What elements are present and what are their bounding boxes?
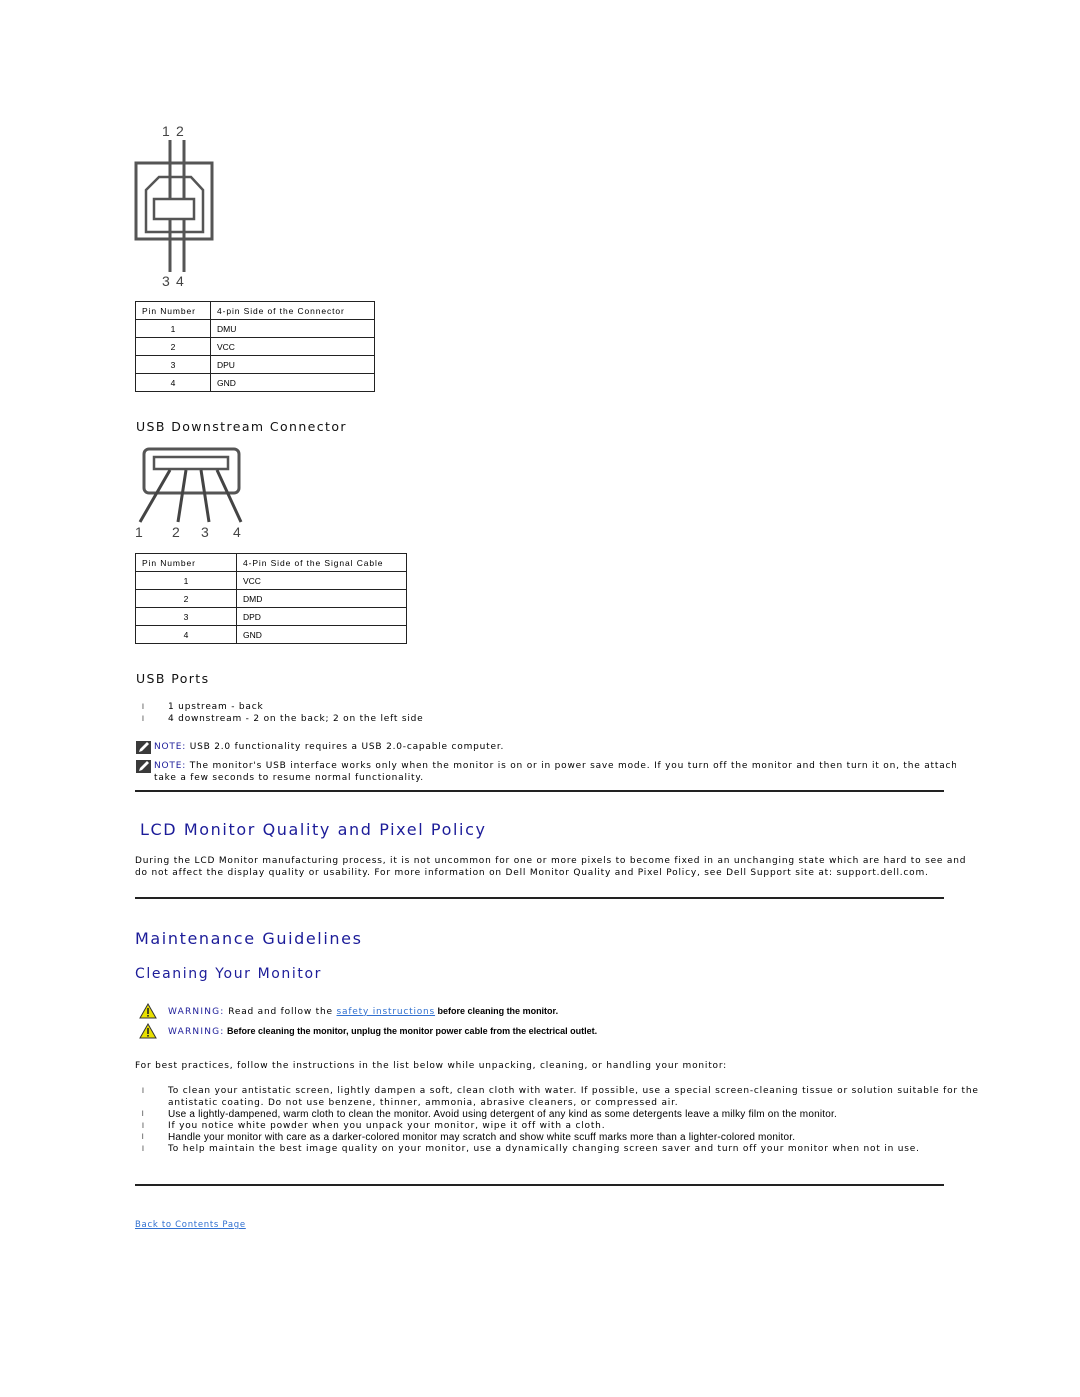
maintenance-heading: Maintenance Guidelines bbox=[135, 929, 363, 948]
pin-signal: DMD bbox=[236, 589, 407, 608]
warning-unplug: WARNING: Before cleaning the monitor, un… bbox=[139, 1023, 597, 1039]
header-pin-number: Pin Number bbox=[135, 301, 211, 320]
warning-safety: WARNING: Read and follow the safety inst… bbox=[139, 1003, 558, 1019]
warning-bold-text: Before cleaning the monitor, unplug the … bbox=[224, 1025, 598, 1036]
section-divider bbox=[135, 1184, 944, 1186]
usb-upstream-connector-diagram: 1 2 3 4 bbox=[134, 123, 214, 288]
table-row: 3 DPD bbox=[135, 607, 407, 626]
list-item: 1 upstream - back bbox=[136, 702, 424, 714]
pin-number: 4 bbox=[135, 625, 237, 644]
cleaning-list: To clean your antistatic screen, lightly… bbox=[136, 1086, 979, 1155]
pin-label-3: 3 bbox=[201, 524, 209, 538]
usb-ports-list: 1 upstream - back 4 downstream - 2 on th… bbox=[136, 702, 424, 725]
warning-bold-text: before cleaning the monitor. bbox=[435, 1005, 559, 1016]
pin-signal: DPD bbox=[236, 607, 407, 626]
connector-tongue bbox=[152, 197, 196, 221]
table-row: 4 GND bbox=[135, 625, 407, 644]
warning-text: Read and follow the bbox=[224, 1006, 337, 1017]
list-item-text: To clean your antistatic screen, lightly… bbox=[168, 1086, 979, 1096]
downstream-connector-heading: USB Downstream Connector bbox=[136, 419, 347, 434]
pin-number: 2 bbox=[135, 589, 237, 608]
header-connector-side: 4-pin Side of the Connector bbox=[210, 301, 375, 320]
cleaning-heading: Cleaning Your Monitor bbox=[135, 966, 322, 982]
warning-label: WARNING: bbox=[168, 1006, 225, 1017]
table-row: 1 VCC bbox=[135, 571, 407, 590]
table-header-row: Pin Number 4-pin Side of the Connector bbox=[135, 301, 375, 320]
note-pencil-icon bbox=[136, 741, 151, 754]
best-practices-intro: For best practices, follow the instructi… bbox=[135, 1061, 728, 1071]
note-text: The monitor's USB interface works only w… bbox=[186, 761, 956, 771]
connector-slot bbox=[152, 455, 230, 471]
note-usb-interface: NOTE: The monitor's USB interface works … bbox=[136, 760, 956, 784]
pin-label-1: 1 bbox=[162, 123, 170, 139]
pin-label-4: 4 bbox=[233, 524, 241, 538]
pin-signal: VCC bbox=[210, 337, 375, 356]
usb-downstream-connector-diagram: 1 2 3 4 bbox=[135, 447, 243, 538]
pin-number: 4 bbox=[135, 373, 211, 392]
section-divider bbox=[135, 790, 944, 792]
pin-number: 1 bbox=[135, 571, 237, 590]
paragraph-line: do not affect the display quality or usa… bbox=[135, 868, 929, 878]
upstream-pin-table: Pin Number 4-pin Side of the Connector 1… bbox=[135, 301, 375, 392]
pin-signal: DMU bbox=[210, 319, 375, 338]
table-row: 1 DMU bbox=[135, 319, 375, 338]
table-row: 4 GND bbox=[135, 373, 375, 392]
pin-number: 3 bbox=[135, 355, 211, 374]
list-item: To clean your antistatic screen, lightly… bbox=[136, 1086, 979, 1109]
pin-label-2: 2 bbox=[176, 123, 184, 139]
note-usb-2: NOTE: USB 2.0 functionality requires a U… bbox=[136, 741, 504, 754]
note-label: NOTE: bbox=[154, 761, 187, 771]
header-pin-number: Pin Number bbox=[135, 553, 237, 572]
warning-triangle-icon bbox=[139, 1023, 157, 1039]
pin-signal: GND bbox=[210, 373, 375, 392]
pin-signal: DPU bbox=[210, 355, 375, 374]
pin-label-4: 4 bbox=[176, 273, 184, 288]
pin-number: 1 bbox=[135, 319, 211, 338]
list-item: Use a lightly-dampened, warm cloth to cl… bbox=[136, 1109, 979, 1121]
note-text-continued: take a few seconds to resume normal func… bbox=[154, 773, 424, 783]
downstream-pin-table: Pin Number 4-Pin Side of the Signal Cabl… bbox=[135, 553, 407, 644]
usb-ports-heading: USB Ports bbox=[136, 671, 210, 686]
pixel-policy-heading: LCD Monitor Quality and Pixel Policy bbox=[140, 820, 487, 839]
list-item-text-continued: antistatic coating. Do not use benzene, … bbox=[168, 1097, 679, 1108]
back-to-contents-link[interactable]: Back to Contents Page bbox=[135, 1220, 246, 1230]
pin-number: 3 bbox=[135, 607, 237, 626]
note-text: USB 2.0 functionality requires a USB 2.0… bbox=[186, 742, 505, 752]
header-cable-side: 4-Pin Side of the Signal Cable bbox=[236, 553, 407, 572]
warning-triangle-icon bbox=[139, 1003, 157, 1019]
table-header-row: Pin Number 4-Pin Side of the Signal Cabl… bbox=[135, 553, 407, 572]
note-label: NOTE: bbox=[154, 742, 187, 752]
table-row: 2 DMD bbox=[135, 589, 407, 608]
pin-label-3: 3 bbox=[162, 273, 170, 288]
paragraph-line: During the LCD Monitor manufacturing pro… bbox=[135, 856, 967, 866]
table-row: 3 DPU bbox=[135, 355, 375, 374]
note-pencil-icon bbox=[136, 760, 151, 773]
warning-label: WARNING: bbox=[168, 1026, 225, 1037]
list-item: 4 downstream - 2 on the back; 2 on the l… bbox=[136, 714, 424, 726]
pin-signal: VCC bbox=[236, 571, 407, 590]
pin-number: 2 bbox=[135, 337, 211, 356]
safety-instructions-link[interactable]: safety instructions bbox=[337, 1007, 436, 1017]
list-item: To help maintain the best image quality … bbox=[136, 1144, 979, 1156]
pixel-policy-paragraph: During the LCD Monitor manufacturing pro… bbox=[135, 855, 966, 879]
list-item: If you notice white powder when you unpa… bbox=[136, 1121, 979, 1133]
pin-signal: GND bbox=[236, 625, 407, 644]
table-row: 2 VCC bbox=[135, 337, 375, 356]
section-divider bbox=[135, 897, 944, 899]
pin-label-1: 1 bbox=[135, 524, 143, 538]
pin-label-2: 2 bbox=[172, 524, 180, 538]
list-item: Handle your monitor with care as a darke… bbox=[136, 1132, 979, 1144]
